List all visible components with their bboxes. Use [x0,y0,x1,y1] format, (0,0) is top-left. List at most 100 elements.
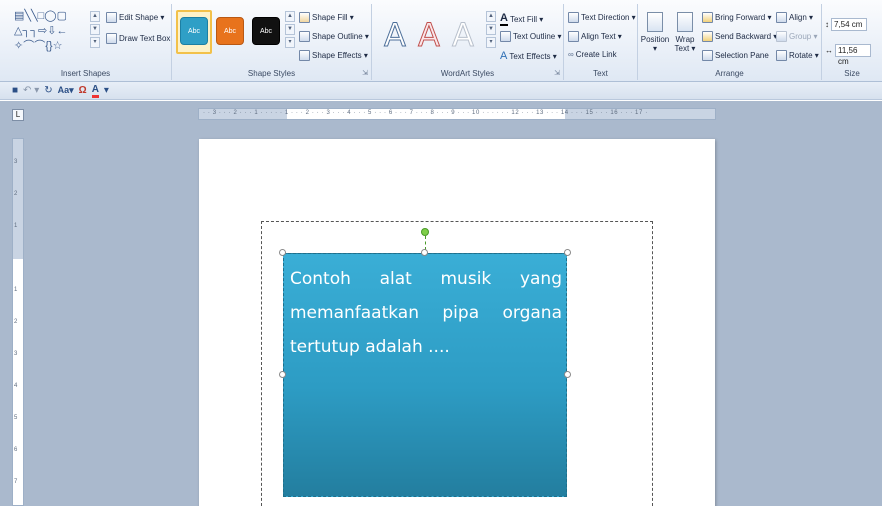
scroll-up-icon[interactable]: ▲ [90,11,100,22]
text-fill-button[interactable]: A Text Fill ▾ [500,12,543,26]
resize-handle-top-left[interactable] [279,249,286,256]
create-link-button[interactable]: ∞ Create Link [568,50,617,59]
group-label: Shape Styles [247,69,296,78]
more-icon[interactable]: ▾ [486,37,496,48]
shape-height-input[interactable]: 7,54 cm [831,18,867,31]
scroll-up-icon[interactable]: ▲ [285,11,295,22]
pencil-icon [299,31,310,42]
shape-text[interactable]: Contoh alat musik yang memanfaatkan pipa… [290,262,562,364]
ruler-tick: 2 [14,191,18,197]
shape-style-orange[interactable]: Abc [216,17,244,45]
shape-effects-button[interactable]: Shape Effects ▾ [299,50,368,61]
rotate-icon [776,50,787,61]
edit-shape-button[interactable]: Edit Shape ▾ [106,12,164,23]
text-fill-icon: A [500,12,508,26]
ruler-tick: 3 [14,159,18,165]
shape-gallery-row1[interactable]: ▤╲╲□◯▢ [14,10,67,22]
ruler-tick: 1 [14,223,18,229]
redo-icon[interactable]: ↻ [44,85,52,96]
shape-style-blue[interactable]: Abc [180,17,208,45]
align-text-button[interactable]: Align Text ▾ [568,31,622,42]
align-text-icon [568,31,579,42]
draw-text-box-button[interactable]: Draw Text Box [106,33,170,44]
resize-handle-left[interactable] [279,371,286,378]
text-direction-button[interactable]: Text Direction ▾ [568,12,636,23]
width-icon: ↔ [825,46,833,55]
text-group: Text Direction ▾ Align Text ▾ ∞ Create L… [564,4,638,80]
scroll-down-icon[interactable]: ▼ [285,24,295,35]
more-icon[interactable]: ▾ [90,37,100,48]
wrap-text-icon [677,12,693,32]
text-box-icon [106,33,117,44]
group-label: Insert Shapes [60,69,111,78]
position-button[interactable]: Position ▾ [640,12,670,53]
shape-gallery-scroll[interactable]: ▲ ▼ ▾ [90,11,100,48]
ruler-tick: 7 [14,479,18,485]
more-icon[interactable]: ▾ [285,37,295,48]
insert-shapes-group: ▤╲╲□◯▢ △┐┐⇨⇩← ✧⌒⌒{}☆ ▲ ▼ ▾ Edit Shape ▾ … [0,4,172,80]
shape-fill-button[interactable]: Shape Fill ▾ [299,12,354,23]
ribbon: ▤╲╲□◯▢ △┐┐⇨⇩← ✧⌒⌒{}☆ ▲ ▼ ▾ Edit Shape ▾ … [0,0,882,82]
wordart-style-outline-grey[interactable]: A [452,18,475,53]
bring-forward-button[interactable]: Bring Forward ▾ [702,12,771,23]
shape-outline-button[interactable]: Shape Outline ▾ [299,31,369,42]
rotate-button[interactable]: Rotate ▾ [776,50,819,61]
link-icon: ∞ [568,50,574,59]
document-workarea: L · · 3 · · · 2 · · · 1 · · · · · 1 · · … [0,101,882,506]
wordart-style-outline-red[interactable]: A [418,18,441,53]
ruler-tick: 3 [14,351,18,357]
ruler-top-margin [13,139,23,259]
text-effects-button[interactable]: A Text Effects ▾ [500,50,557,62]
document-page[interactable]: Contoh alat musik yang memanfaatkan pipa… [199,139,715,506]
group-label: Size [844,69,860,78]
arrange-group: Position ▾ Wrap Text ▾ Bring Forward ▾ S… [638,4,822,80]
shape-styles-group: Abc Abc Abc ▲ ▼ ▾ Shape Fill ▾ Shape Out… [172,4,372,80]
change-case-icon[interactable]: Aa▾ [58,85,74,96]
wordart-style-outline-blue[interactable]: A [384,18,407,53]
align-button[interactable]: Align ▾ [776,12,813,23]
ruler-tick: 4 [14,383,18,389]
customize-qat-icon[interactable]: ▾ [104,85,109,96]
shape-width-field[interactable]: ↔ 11,56 cm [825,44,871,66]
save-icon[interactable]: ■ [12,85,18,96]
ruler-ticks: · · 3 · · · 2 · · · 1 · · · · · 1 · · · … [203,110,648,116]
wordart-styles-group: A A A ▲ ▼ ▾ A Text Fill ▾ Text Outline ▾… [372,4,564,80]
symbol-icon[interactable]: Ω [79,85,87,96]
wordart-gallery-scroll[interactable]: ▲ ▼ ▾ [486,11,496,48]
wrap-text-button[interactable]: Wrap Text ▾ [670,12,700,53]
group-button[interactable]: Group ▾ [776,31,817,42]
send-backward-icon [702,31,713,42]
rotate-connector [425,236,426,250]
horizontal-ruler[interactable]: · · 3 · · · 2 · · · 1 · · · · · 1 · · · … [198,108,716,120]
rotate-handle[interactable] [421,228,429,236]
shape-gallery-row3[interactable]: ✧⌒⌒{}☆ [14,40,62,52]
group-label: Arrange [715,69,744,78]
font-color-icon[interactable]: A [91,84,99,98]
style-gallery-scroll[interactable]: ▲ ▼ ▾ [285,11,295,48]
ruler-tick: 5 [14,415,18,421]
selection-pane-button[interactable]: Selection Pane [702,50,769,61]
shape-effects-icon [299,50,310,61]
text-outline-button[interactable]: Text Outline ▾ [500,31,561,42]
undo-icon[interactable]: ↶ ▾ [23,85,39,96]
shape-gallery-row2[interactable]: △┐┐⇨⇩← [14,25,67,37]
vertical-ruler[interactable]: 3 2 1 1 2 3 4 5 6 7 [12,138,24,506]
text-direction-icon [568,12,579,23]
scroll-down-icon[interactable]: ▼ [90,24,100,35]
position-icon [647,12,663,32]
bring-forward-icon [702,12,713,23]
send-backward-button[interactable]: Send Backward ▾ [702,31,777,42]
size-group: ↕ 7,54 cm ↔ 11,56 cm Size [822,4,882,80]
scroll-up-icon[interactable]: ▲ [486,11,496,22]
align-icon [776,12,787,23]
height-icon: ↕ [825,20,829,29]
shape-style-black[interactable]: Abc [252,17,280,45]
shape-width-input[interactable]: 11,56 cm [835,44,871,66]
tab-selector[interactable]: L [12,109,24,121]
resize-handle-top-right[interactable] [564,249,571,256]
scroll-down-icon[interactable]: ▼ [486,24,496,35]
shape-height-field[interactable]: ↕ 7,54 cm [825,18,867,31]
resize-handle-right[interactable] [564,371,571,378]
text-box-shape[interactable]: Contoh alat musik yang memanfaatkan pipa… [283,253,567,497]
resize-handle-top[interactable] [421,249,428,256]
